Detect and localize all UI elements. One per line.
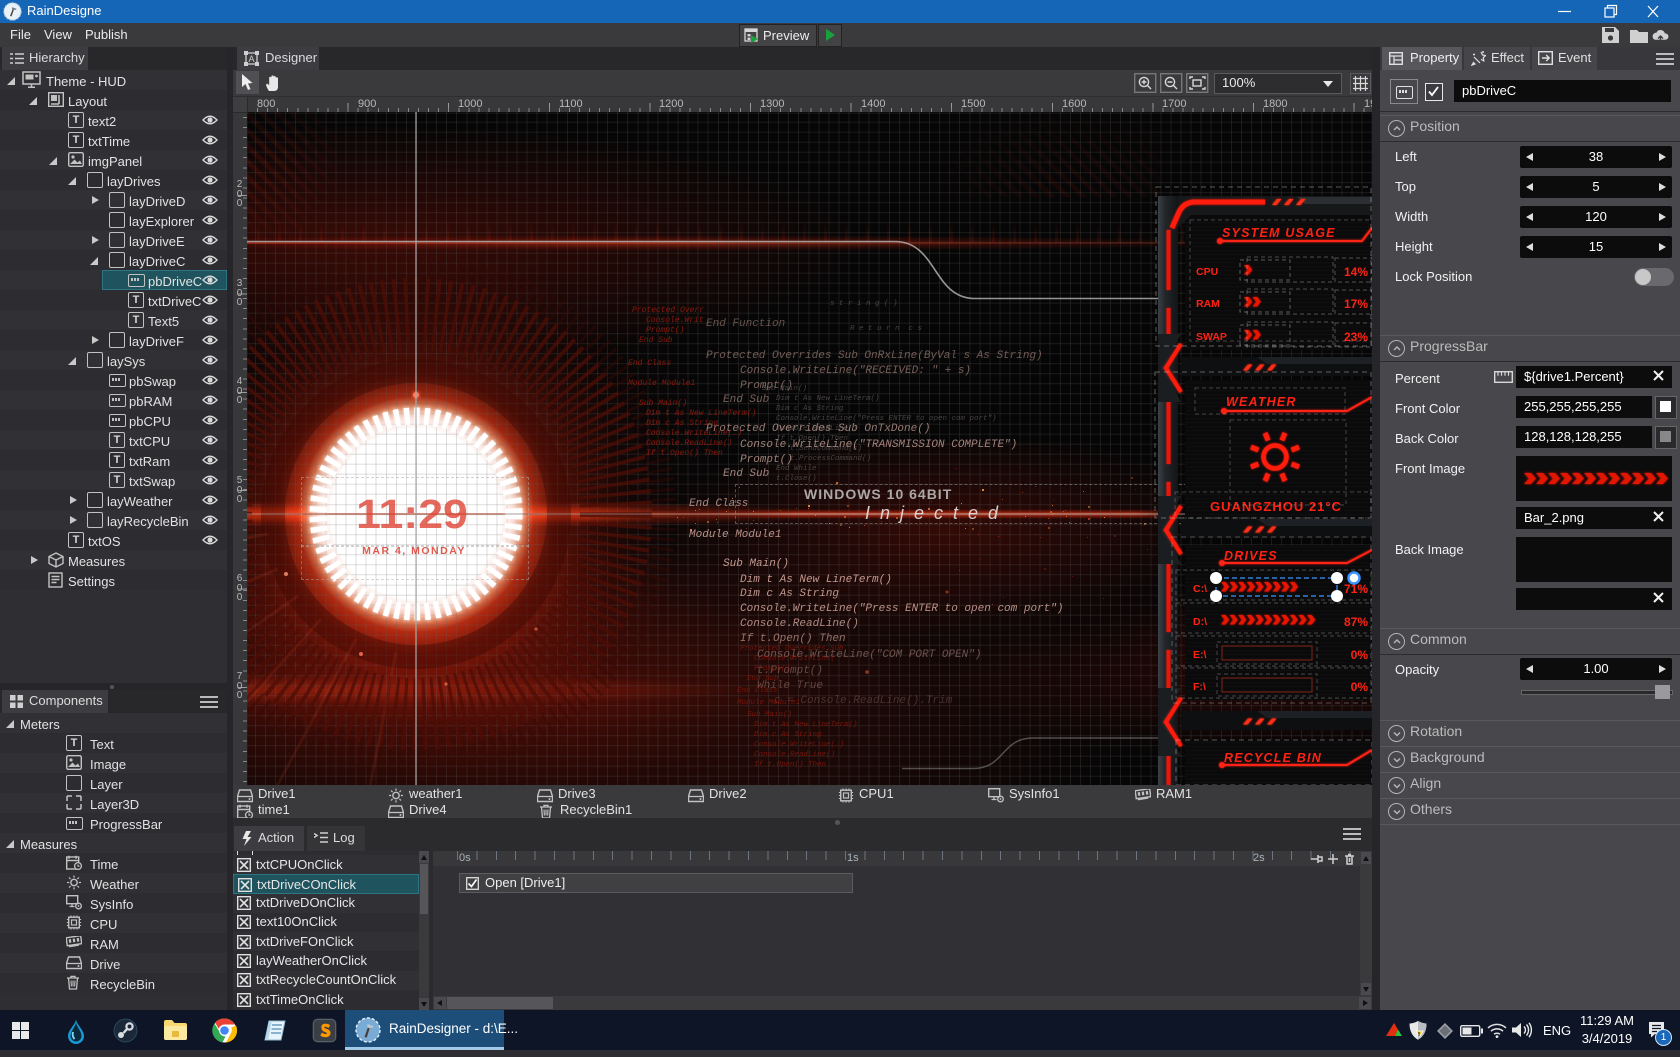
svg-text:GUANGZHOU 21°C: GUANGZHOU 21°C bbox=[1210, 499, 1342, 514]
svg-text:23%: 23% bbox=[1344, 330, 1368, 344]
svg-text:DRIVES: DRIVES bbox=[1224, 549, 1278, 563]
svg-text:WEATHER: WEATHER bbox=[1226, 395, 1297, 409]
svg-text:E:\: E:\ bbox=[1193, 649, 1207, 661]
svg-text:87%: 87% bbox=[1344, 615, 1368, 629]
svg-text:RAM: RAM bbox=[1196, 298, 1220, 310]
svg-text:C:\: C:\ bbox=[1193, 583, 1207, 595]
svg-text:CPU: CPU bbox=[1196, 266, 1218, 278]
svg-text:17%: 17% bbox=[1344, 297, 1368, 311]
svg-text:14%: 14% bbox=[1344, 265, 1368, 279]
svg-text:0%: 0% bbox=[1351, 648, 1369, 662]
svg-text:SYSTEM USAGE: SYSTEM USAGE bbox=[1222, 226, 1336, 240]
svg-text:A: A bbox=[248, 54, 254, 64]
svg-text:RECYCLE BIN: RECYCLE BIN bbox=[1224, 751, 1322, 765]
svg-text:0%: 0% bbox=[1351, 680, 1369, 694]
svg-text:F:\: F:\ bbox=[1193, 681, 1206, 693]
svg-text:D:\: D:\ bbox=[1193, 616, 1207, 628]
